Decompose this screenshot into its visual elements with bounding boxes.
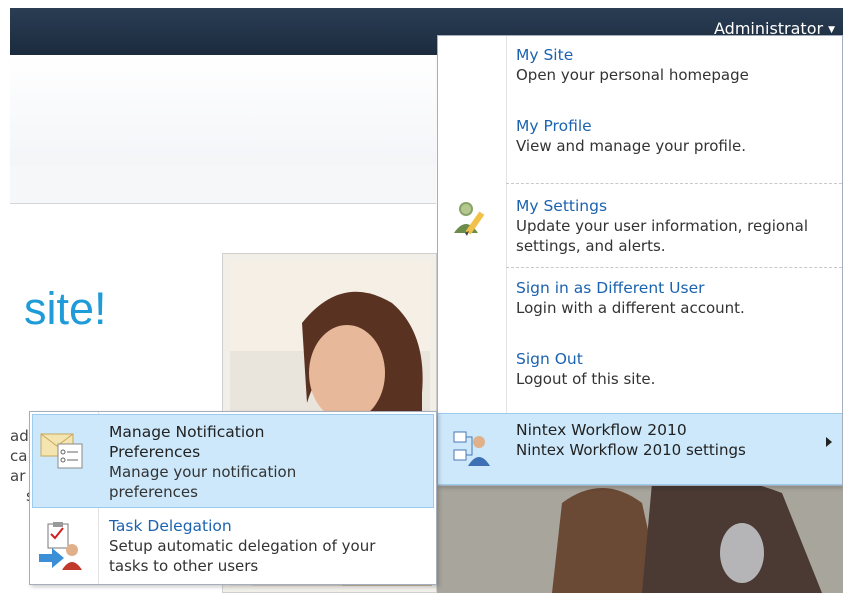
submenu-item-manage-notifications[interactable]: Manage Notification Preferences Manage y… <box>109 422 432 502</box>
menu-item-desc: Open your personal homepage <box>516 66 749 84</box>
menu-item-desc: Manage your notification preferences <box>109 463 297 501</box>
menu-item-desc: Update your user information, regional s… <box>516 217 808 255</box>
user-settings-pencil-icon <box>452 199 490 243</box>
chevron-down-icon: ▼ <box>828 25 835 35</box>
task-delegation-icon <box>38 522 84 576</box>
menu-item-title: My Profile <box>516 117 592 135</box>
menu-item-my-site[interactable]: My Site Open your personal homepage <box>516 45 838 85</box>
menu-separator <box>506 183 842 184</box>
notification-envelope-icon <box>40 426 84 474</box>
menu-item-desc: View and manage your profile. <box>516 137 747 155</box>
menu-item-text: Nintex Workflow 2010 Nintex Workflow 201… <box>516 420 838 460</box>
menu-item-desc: Nintex Workflow 2010 settings <box>516 441 746 459</box>
menu-item-title: Manage Notification Preferences <box>109 423 265 461</box>
menu-item-sign-in-different-user[interactable]: Sign in as Different User Login with a d… <box>516 278 838 318</box>
nintex-workflow-icon <box>452 428 490 472</box>
nintex-submenu: Manage Notification Preferences Manage y… <box>29 411 437 585</box>
menu-separator <box>506 267 842 268</box>
menu-item-title: Task Delegation <box>109 517 232 535</box>
toolbar-strip <box>10 165 436 204</box>
submenu-arrow-icon <box>826 437 832 447</box>
menu-item-title: Nintex Workflow 2010 <box>516 421 687 439</box>
page-title: site! <box>24 283 107 334</box>
menu-item-title: Sign in as Different User <box>516 279 705 297</box>
submenu-item-task-delegation[interactable]: Task Delegation Setup automatic delegati… <box>109 516 432 576</box>
menu-item-title: Sign Out <box>516 350 583 368</box>
menu-item-nintex-workflow[interactable]: Nintex Workflow 2010 Nintex Workflow 201… <box>438 413 842 485</box>
menu-item-desc: Setup automatic delegation of your tasks… <box>109 537 376 575</box>
menu-item-title: My Site <box>516 46 574 64</box>
menu-item-title: My Settings <box>516 197 608 215</box>
ribbon-area <box>10 55 436 166</box>
menu-item-my-settings[interactable]: My Settings Update your user information… <box>516 196 838 256</box>
menu-item-desc: Logout of this site. <box>516 370 656 388</box>
menu-item-desc: Login with a different account. <box>516 299 745 317</box>
menu-item-sign-out[interactable]: Sign Out Logout of this site. <box>516 349 838 389</box>
menu-item-my-profile[interactable]: My Profile View and manage your profile. <box>516 116 838 156</box>
user-dropdown-menu: My Site Open your personal homepage My P… <box>437 35 843 486</box>
